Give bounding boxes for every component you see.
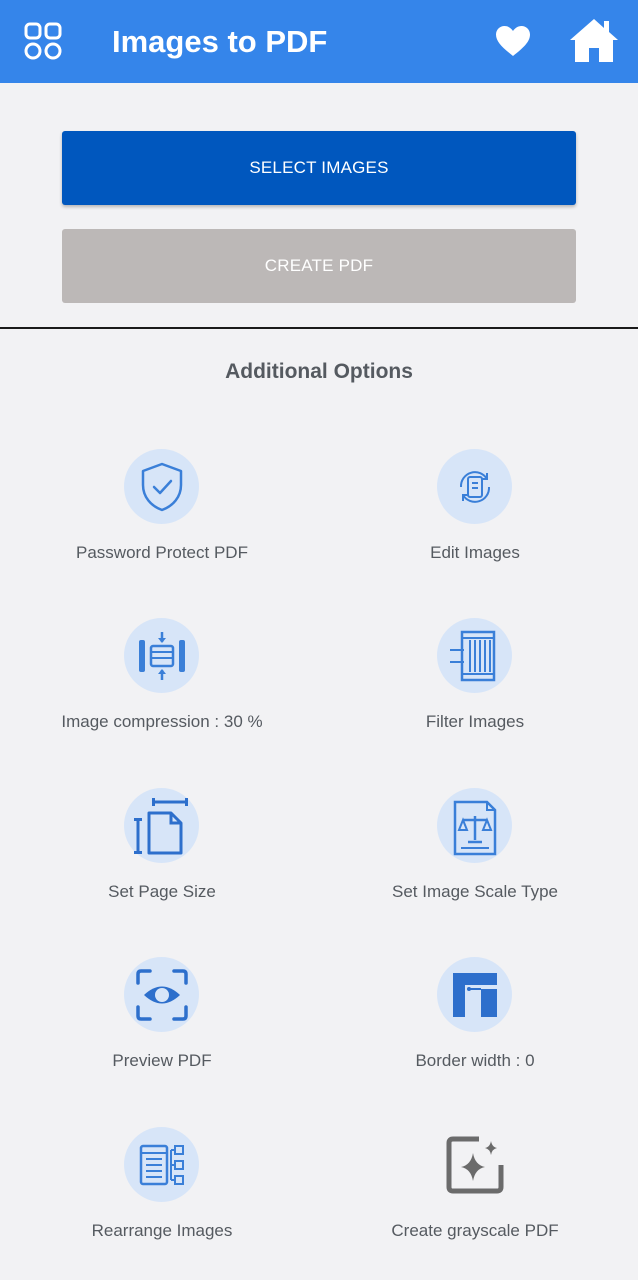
- option-label: Set Page Size: [108, 882, 216, 901]
- rearrange-icon: [124, 1127, 199, 1202]
- option-label: Image compression : 30 %: [61, 712, 263, 731]
- option-label: Filter Images: [425, 712, 525, 731]
- option-create-grayscale-pdf[interactable]: Create grayscale PDF: [325, 1127, 625, 1277]
- edit-images-icon: [437, 449, 512, 524]
- option-password-protect[interactable]: Password Protect PDF: [12, 449, 312, 599]
- divider: [0, 327, 638, 329]
- option-label: Border width : 0: [415, 1051, 535, 1070]
- additional-options-title: Additional Options: [225, 360, 413, 383]
- compress-icon: [124, 618, 199, 693]
- option-preview-pdf[interactable]: Preview PDF: [12, 957, 312, 1107]
- option-set-image-scale-type[interactable]: Set Image Scale Type: [325, 788, 625, 938]
- grid-icon[interactable]: [20, 18, 66, 64]
- option-label: Password Protect PDF: [76, 543, 248, 562]
- border-icon: [437, 957, 512, 1032]
- option-set-page-size[interactable]: Set Page Size: [12, 788, 312, 938]
- option-border-width[interactable]: Border width : 0: [325, 957, 625, 1107]
- select-images-button[interactable]: SELECT IMAGES: [62, 131, 576, 205]
- filter-icon: [437, 618, 512, 693]
- create-pdf-button[interactable]: CREATE PDF: [62, 229, 576, 303]
- option-label: Set Image Scale Type: [391, 882, 558, 901]
- option-label: Edit Images: [430, 543, 520, 562]
- option-image-compression[interactable]: Image compression : 30 %: [12, 618, 312, 768]
- option-edit-images[interactable]: Edit Images: [325, 449, 625, 599]
- option-filter-images[interactable]: Filter Images: [325, 618, 625, 768]
- option-label: Rearrange Images: [91, 1221, 233, 1240]
- option-label: Create grayscale PDF: [391, 1221, 559, 1240]
- option-label: Preview PDF: [112, 1051, 212, 1070]
- grayscale-icon: [437, 1127, 512, 1202]
- home-icon[interactable]: [566, 12, 622, 68]
- page-size-icon: [124, 788, 199, 863]
- scale-type-icon: [437, 788, 512, 863]
- eye-icon: [124, 957, 199, 1032]
- shield-check-icon: [124, 449, 199, 524]
- app-bar: Images to PDF: [0, 0, 638, 83]
- app-title: Images to PDF: [112, 24, 328, 59]
- heart-icon[interactable]: [490, 18, 536, 64]
- option-rearrange-images[interactable]: Rearrange Images: [12, 1127, 312, 1277]
